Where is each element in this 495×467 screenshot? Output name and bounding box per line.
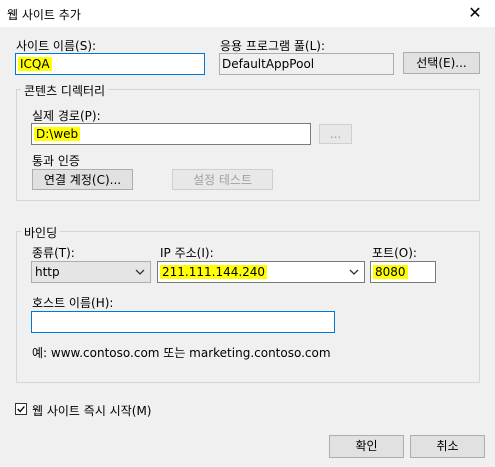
port-field[interactable]: 8080 xyxy=(370,261,436,283)
close-icon[interactable]: ✕ xyxy=(460,2,490,24)
app-pool-value: DefaultAppPool xyxy=(222,57,315,71)
physical-path-value: D:\web xyxy=(34,127,81,141)
hostname-label: 호스트 이름(H): xyxy=(32,296,114,310)
cancel-button[interactable]: 취소 xyxy=(410,435,485,458)
binding-title: 바인딩 xyxy=(21,224,61,241)
site-name-label: 사이트 이름(S): xyxy=(16,39,97,53)
site-name-value: ICQA xyxy=(18,57,52,71)
connect-as-button[interactable]: 연결 계정(C)... xyxy=(32,169,133,190)
port-value: 8080 xyxy=(373,265,408,279)
passthrough-auth-label: 통과 인증 xyxy=(32,154,80,168)
binding-type-select[interactable]: http xyxy=(31,261,151,283)
ip-address-label: IP 주소(I): xyxy=(160,246,214,260)
hostname-field[interactable] xyxy=(31,311,335,333)
physical-path-label: 실제 경로(P): xyxy=(32,109,101,123)
content-directory-title: 콘텐츠 디렉터리 xyxy=(21,82,109,99)
app-pool-label: 응용 프로그램 풀(L): xyxy=(220,39,326,53)
port-label: 포트(O): xyxy=(372,246,417,260)
ip-address-select[interactable]: 211.111.144.240 xyxy=(157,261,365,283)
start-immediately-label[interactable]: 웹 사이트 즉시 시작(M) xyxy=(32,402,151,419)
ok-button[interactable]: 확인 xyxy=(329,435,404,458)
test-settings-button[interactable]: 설정 테스트 xyxy=(172,169,273,190)
title-bar: 웹 사이트 추가 ✕ xyxy=(0,0,495,27)
binding-type-label: 종류(T): xyxy=(32,246,75,260)
ip-address-value-wrap: 211.111.144.240 xyxy=(160,262,268,282)
select-app-pool-button[interactable]: 선택(E)... xyxy=(403,52,480,74)
site-name-field[interactable]: ICQA xyxy=(15,53,205,75)
example-hint: 예: www.contoso.com 또는 marketing.contoso.… xyxy=(32,346,331,360)
start-immediately-checkbox[interactable] xyxy=(15,403,27,415)
browse-button[interactable]: ... xyxy=(319,124,352,144)
app-pool-field: DefaultAppPool xyxy=(219,53,394,75)
chevron-down-icon xyxy=(349,269,359,275)
binding-type-value: http xyxy=(35,265,60,279)
checkmark-icon xyxy=(17,406,25,413)
window-title: 웹 사이트 추가 xyxy=(7,8,81,22)
chevron-down-icon xyxy=(135,269,145,275)
physical-path-field[interactable]: D:\web xyxy=(31,123,311,145)
ip-address-value: 211.111.144.240 xyxy=(160,265,268,279)
